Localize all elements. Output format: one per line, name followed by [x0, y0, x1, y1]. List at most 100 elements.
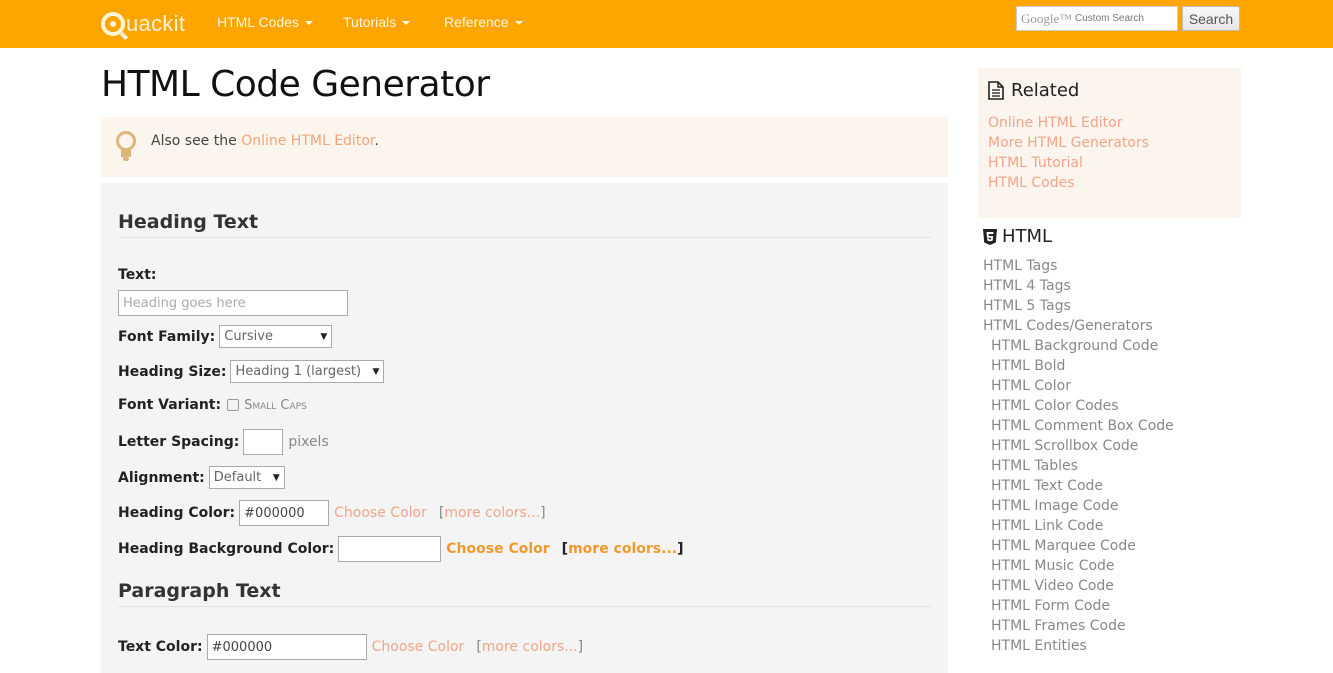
- more-colors-text: more colors...: [568, 541, 678, 557]
- document-icon: [988, 81, 1004, 100]
- dropdown-arrow-icon: ▼: [272, 472, 280, 483]
- tip-suffix: .: [374, 133, 379, 149]
- sidebar-item[interactable]: HTML Form Code: [983, 596, 1174, 616]
- html-section-heading: HTML: [983, 226, 1052, 247]
- alignment-label: Alignment:: [118, 469, 205, 486]
- related-box: Related Online HTML Editor More HTML Gen…: [978, 68, 1241, 218]
- sidebar-item[interactable]: HTML Tables: [983, 456, 1174, 476]
- alignment-value: Default: [213, 470, 262, 485]
- small-caps-label[interactable]: Small Caps: [244, 398, 307, 413]
- logo-text: uackit: [126, 11, 186, 36]
- sidebar-item[interactable]: HTML Codes/Generators: [983, 316, 1174, 336]
- text-label: Text:: [118, 267, 157, 283]
- sidebar-item[interactable]: HTML Bold: [983, 356, 1174, 376]
- sidebar-item[interactable]: HTML Color: [983, 376, 1174, 396]
- caret-down-icon: [304, 21, 313, 25]
- sidebar-item[interactable]: HTML Link Code: [983, 516, 1174, 536]
- nav-label: HTML Codes: [217, 14, 299, 30]
- font-variant-label: Font Variant:: [118, 397, 222, 413]
- related-link[interactable]: Online HTML Editor: [988, 113, 1149, 133]
- dropdown-arrow-icon: ▼: [372, 366, 380, 377]
- sidebar-item[interactable]: HTML 4 Tags: [983, 276, 1174, 296]
- font-family-select[interactable]: Cursive ▼: [219, 325, 333, 348]
- search-button[interactable]: Search: [1182, 6, 1240, 31]
- nav-label: Tutorials: [343, 14, 397, 30]
- heading-text-section-title: Heading Text: [118, 211, 931, 238]
- search-placeholder: Custom Search: [1075, 13, 1144, 24]
- text-color-input[interactable]: #000000: [206, 634, 367, 660]
- alignment-select[interactable]: Default ▼: [208, 466, 285, 489]
- sidebar-item[interactable]: HTML Frames Code: [983, 616, 1174, 636]
- tip-prefix: Also see the: [151, 133, 242, 149]
- alignment-row: Alignment: Default ▼: [118, 466, 285, 489]
- more-bg-colors-link[interactable]: [more colors...]: [562, 541, 684, 557]
- sidebar-item[interactable]: HTML Background Code: [983, 336, 1174, 356]
- top-navbar: uackit HTML Codes Tutorials Reference Go…: [0, 0, 1333, 48]
- letter-spacing-row: Letter Spacing: pixels: [118, 429, 329, 455]
- related-link[interactable]: More HTML Generators: [988, 133, 1149, 153]
- font-variant-row: Font Variant: Small Caps: [118, 397, 307, 413]
- sidebar-item[interactable]: HTML Video Code: [983, 576, 1174, 596]
- more-colors-text: more colors...: [481, 639, 578, 655]
- heading-color-input[interactable]: #000000: [239, 500, 330, 526]
- sidebar-item[interactable]: HTML 5 Tags: [983, 296, 1174, 316]
- heading-text-input[interactable]: Heading goes here: [118, 290, 348, 316]
- choose-text-color-link[interactable]: Choose Color: [372, 639, 465, 655]
- heading-size-value: Heading 1 (largest): [235, 364, 362, 379]
- choose-bg-color-link[interactable]: Choose Color: [446, 541, 549, 557]
- heading-bg-color-label: Heading Background Color:: [118, 541, 335, 557]
- sidebar-item[interactable]: HTML Comment Box Code: [983, 416, 1174, 436]
- paragraph-text-section-title: Paragraph Text: [118, 580, 931, 607]
- more-text-colors-link[interactable]: [more colors...]: [476, 639, 583, 655]
- sidebar-item[interactable]: HTML Text Code: [983, 476, 1174, 496]
- page-title: HTML Code Generator: [101, 64, 490, 105]
- sidebar-item[interactable]: HTML Entities: [983, 636, 1174, 656]
- heading-size-label: Heading Size:: [118, 363, 227, 380]
- related-link[interactable]: HTML Codes: [988, 173, 1149, 193]
- more-heading-colors-link[interactable]: [more colors...]: [439, 505, 546, 521]
- sidebar-item[interactable]: HTML Color Codes: [983, 396, 1174, 416]
- nav-html-codes[interactable]: HTML Codes: [217, 14, 313, 30]
- nav-reference[interactable]: Reference: [444, 14, 523, 30]
- font-family-label: Font Family:: [118, 328, 216, 345]
- font-family-value: Cursive: [224, 329, 273, 344]
- text-label-row: Text:: [118, 267, 157, 283]
- text-color-row: Text Color: #000000 Choose Color [more c…: [118, 634, 583, 660]
- nav-label: Reference: [444, 14, 509, 30]
- related-title: Related: [1011, 80, 1080, 101]
- letter-spacing-input[interactable]: [243, 429, 284, 455]
- html5-icon: [983, 228, 997, 245]
- choose-heading-color-link[interactable]: Choose Color: [334, 505, 427, 521]
- google-brand: Google™: [1021, 10, 1073, 26]
- related-link[interactable]: HTML Tutorial: [988, 153, 1149, 173]
- sidebar-item[interactable]: HTML Image Code: [983, 496, 1174, 516]
- heading-color-label: Heading Color:: [118, 505, 236, 521]
- heading-bg-color-row: Heading Background Color: Choose Color […: [118, 536, 684, 562]
- font-family-row: Font Family: Cursive ▼: [118, 325, 333, 348]
- html-nav-list: HTML Tags HTML 4 Tags HTML 5 Tags HTML Code…: [983, 256, 1174, 656]
- tip-text: Also see the Online HTML Editor.: [151, 133, 379, 149]
- heading-text-placeholder: Heading goes here: [123, 295, 246, 311]
- letter-spacing-label: Letter Spacing:: [118, 434, 240, 450]
- logo-q-icon: [101, 12, 125, 36]
- sidebar-item[interactable]: HTML Scrollbox Code: [983, 436, 1174, 456]
- pixels-unit: pixels: [288, 434, 329, 450]
- more-colors-text: more colors...: [444, 505, 541, 521]
- heading-bg-color-input[interactable]: [338, 536, 442, 562]
- heading-size-row: Heading Size: Heading 1 (largest) ▼: [118, 360, 385, 383]
- tip-box: Also see the Online HTML Editor.: [101, 117, 948, 177]
- search-input[interactable]: Google™ Custom Search: [1016, 6, 1178, 31]
- sidebar-item[interactable]: HTML Music Code: [983, 556, 1174, 576]
- text-color-label: Text Color:: [118, 639, 203, 655]
- small-caps-checkbox[interactable]: [227, 399, 240, 411]
- quackit-logo[interactable]: uackit: [101, 8, 185, 40]
- related-heading: Related: [988, 80, 1079, 101]
- sidebar-item[interactable]: HTML Tags: [983, 256, 1174, 276]
- sidebar-item[interactable]: HTML Marquee Code: [983, 536, 1174, 556]
- heading-size-select[interactable]: Heading 1 (largest) ▼: [230, 360, 385, 383]
- nav-tutorials[interactable]: Tutorials: [343, 14, 411, 30]
- related-links: Online HTML Editor More HTML Generators …: [988, 113, 1149, 193]
- html-title: HTML: [1002, 226, 1053, 247]
- online-html-editor-link[interactable]: Online HTML Editor: [241, 133, 374, 149]
- caret-down-icon: [514, 21, 523, 25]
